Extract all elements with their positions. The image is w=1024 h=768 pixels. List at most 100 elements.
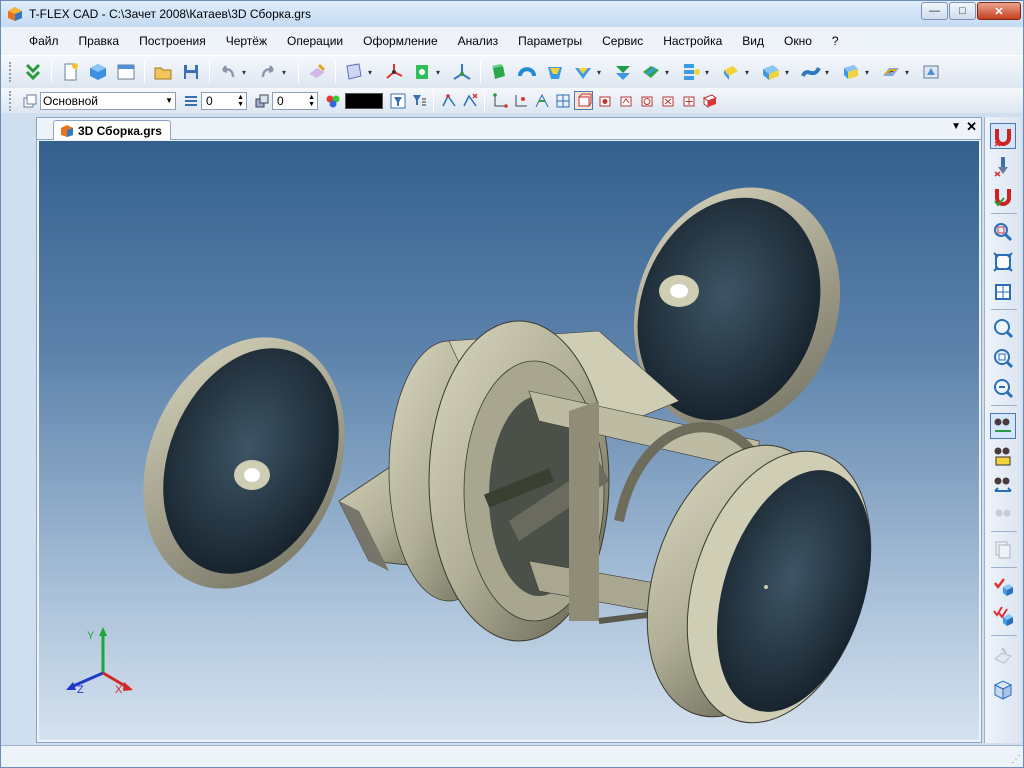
- expand-chevron-icon[interactable]: [21, 60, 45, 84]
- select-fragments-icon[interactable]: [616, 91, 635, 110]
- sheet-metal-dropdown-icon[interactable]: ▾: [905, 68, 913, 77]
- extrusion-icon[interactable]: [487, 60, 511, 84]
- rotation-icon[interactable]: [515, 60, 539, 84]
- zoom-previous-icon[interactable]: [990, 345, 1016, 371]
- resize-grip-icon[interactable]: ⋰: [1011, 754, 1021, 765]
- menu-window[interactable]: Окно: [784, 34, 812, 48]
- chevron-down-icon[interactable]: ▼: [165, 96, 173, 105]
- title-bar[interactable]: T-FLEX CAD - C:\Зачет 2008\Катаев\3D Сбо…: [1, 1, 1023, 27]
- fillet-icon[interactable]: [639, 60, 663, 84]
- select-curves-icon[interactable]: [532, 91, 551, 110]
- left-wheel[interactable]: [107, 307, 381, 619]
- sweep-icon[interactable]: [571, 60, 595, 84]
- select-all-icon[interactable]: [700, 91, 719, 110]
- minimize-button[interactable]: —: [921, 2, 948, 20]
- document-tab[interactable]: 3D Сборка.grs: [53, 120, 171, 140]
- select-faces-icon[interactable]: [460, 91, 479, 110]
- save-icon[interactable]: [179, 60, 203, 84]
- menu-help[interactable]: ?: [832, 34, 839, 48]
- select-lines-icon[interactable]: [511, 91, 530, 110]
- redo-dropdown-icon[interactable]: ▾: [282, 68, 290, 77]
- menu-drawing[interactable]: Чертёж: [226, 34, 267, 48]
- spin-arrows-icon[interactable]: ▲ ▼: [308, 94, 315, 108]
- layers-icon[interactable]: [20, 91, 39, 110]
- sheet-metal-icon[interactable]: [879, 60, 903, 84]
- pin-icon[interactable]: [990, 153, 1016, 179]
- cut-dropdown-icon[interactable]: ▾: [785, 68, 793, 77]
- menu-analysis[interactable]: Анализ: [458, 34, 499, 48]
- menu-service[interactable]: Сервис: [602, 34, 643, 48]
- shell-icon[interactable]: [719, 60, 743, 84]
- 3d-viewport[interactable]: Y Z X: [39, 141, 979, 740]
- priority-spinner[interactable]: 0 ▲ ▼: [272, 91, 318, 110]
- new-document-icon[interactable]: [58, 60, 82, 84]
- toolbar-grip[interactable]: [9, 62, 13, 82]
- menu-parameters[interactable]: Параметры: [518, 34, 582, 48]
- array-dropdown-icon[interactable]: ▾: [705, 68, 713, 77]
- cut-icon[interactable]: [759, 60, 783, 84]
- copy-pages-icon[interactable]: [990, 537, 1016, 563]
- filter-list-icon[interactable]: [409, 91, 428, 110]
- sweep-dropdown-icon[interactable]: ▾: [597, 68, 605, 77]
- menu-view[interactable]: Вид: [742, 34, 764, 48]
- undo-dropdown-icon[interactable]: ▾: [242, 68, 250, 77]
- surface-icon[interactable]: [799, 60, 823, 84]
- boolean-icon[interactable]: [611, 60, 635, 84]
- camera-disabled-icon[interactable]: [990, 501, 1016, 527]
- select-operations-icon[interactable]: [595, 91, 614, 110]
- edit-element-icon[interactable]: [305, 60, 329, 84]
- new-3d-model-icon[interactable]: [86, 60, 110, 84]
- snap-confirm-icon[interactable]: [990, 183, 1016, 209]
- color-swatch[interactable]: [345, 92, 383, 109]
- section-plane-icon[interactable]: [990, 643, 1016, 669]
- zoom-window-icon[interactable]: [990, 219, 1016, 245]
- menu-file[interactable]: Файл: [29, 34, 59, 48]
- zoom-dynamic-icon[interactable]: [990, 375, 1016, 401]
- menu-edit[interactable]: Правка: [79, 34, 120, 48]
- workplane-dropdown-icon[interactable]: ▾: [368, 68, 376, 77]
- camera-move-icon[interactable]: [990, 443, 1016, 469]
- zoom-in-icon[interactable]: [990, 315, 1016, 341]
- tab-list-icon[interactable]: ▼: [951, 121, 961, 132]
- level-spinner[interactable]: 0 ▲ ▼: [201, 91, 247, 110]
- select-edges-icon[interactable]: [439, 91, 458, 110]
- close-button[interactable]: ✕: [977, 2, 1021, 20]
- select-loops-icon[interactable]: [637, 91, 656, 110]
- spin-arrows-icon[interactable]: ▲ ▼: [237, 94, 244, 108]
- close-document-icon[interactable]: ✕: [966, 119, 977, 135]
- select-axes-icon[interactable]: [679, 91, 698, 110]
- fit-page-icon[interactable]: [990, 279, 1016, 305]
- open-folder-icon[interactable]: [151, 60, 175, 84]
- array-icon[interactable]: [679, 60, 703, 84]
- 3d-cube-view-icon[interactable]: [990, 677, 1016, 703]
- toolbar-grip[interactable]: [9, 90, 13, 111]
- fit-all-icon[interactable]: [990, 249, 1016, 275]
- maximize-button[interactable]: □: [949, 2, 976, 20]
- camera-distance-icon[interactable]: [990, 473, 1016, 499]
- body-dropdown-icon[interactable]: ▾: [865, 68, 873, 77]
- workplane-icon[interactable]: [342, 60, 366, 84]
- select-bodies-icon[interactable]: [574, 91, 593, 110]
- menu-settings[interactable]: Настройка: [663, 34, 722, 48]
- profile-dropdown-icon[interactable]: ▾: [436, 68, 444, 77]
- profile-icon[interactable]: [410, 60, 434, 84]
- menu-construct[interactable]: Построения: [139, 34, 206, 48]
- body-icon[interactable]: [839, 60, 863, 84]
- check-model-icon[interactable]: [990, 573, 1016, 599]
- view-options-icon[interactable]: [919, 60, 943, 84]
- surface-dropdown-icon[interactable]: ▾: [825, 68, 833, 77]
- loft-icon[interactable]: [543, 60, 567, 84]
- redo-icon[interactable]: [256, 60, 280, 84]
- camera-orbit-icon[interactable]: [990, 413, 1016, 439]
- check-all-icon[interactable]: [990, 603, 1016, 629]
- snap-magnet-icon[interactable]: [990, 123, 1016, 149]
- right-drum[interactable]: [615, 422, 903, 740]
- select-planes-icon[interactable]: [553, 91, 572, 110]
- fillet-dropdown-icon[interactable]: ▾: [665, 68, 673, 77]
- lcs-icon[interactable]: [382, 60, 406, 84]
- undo-icon[interactable]: [216, 60, 240, 84]
- select-points-icon[interactable]: [490, 91, 509, 110]
- select-vertices-icon[interactable]: [658, 91, 677, 110]
- assembly-3d-model[interactable]: Y Z X: [39, 141, 979, 740]
- filter-icon[interactable]: [388, 91, 407, 110]
